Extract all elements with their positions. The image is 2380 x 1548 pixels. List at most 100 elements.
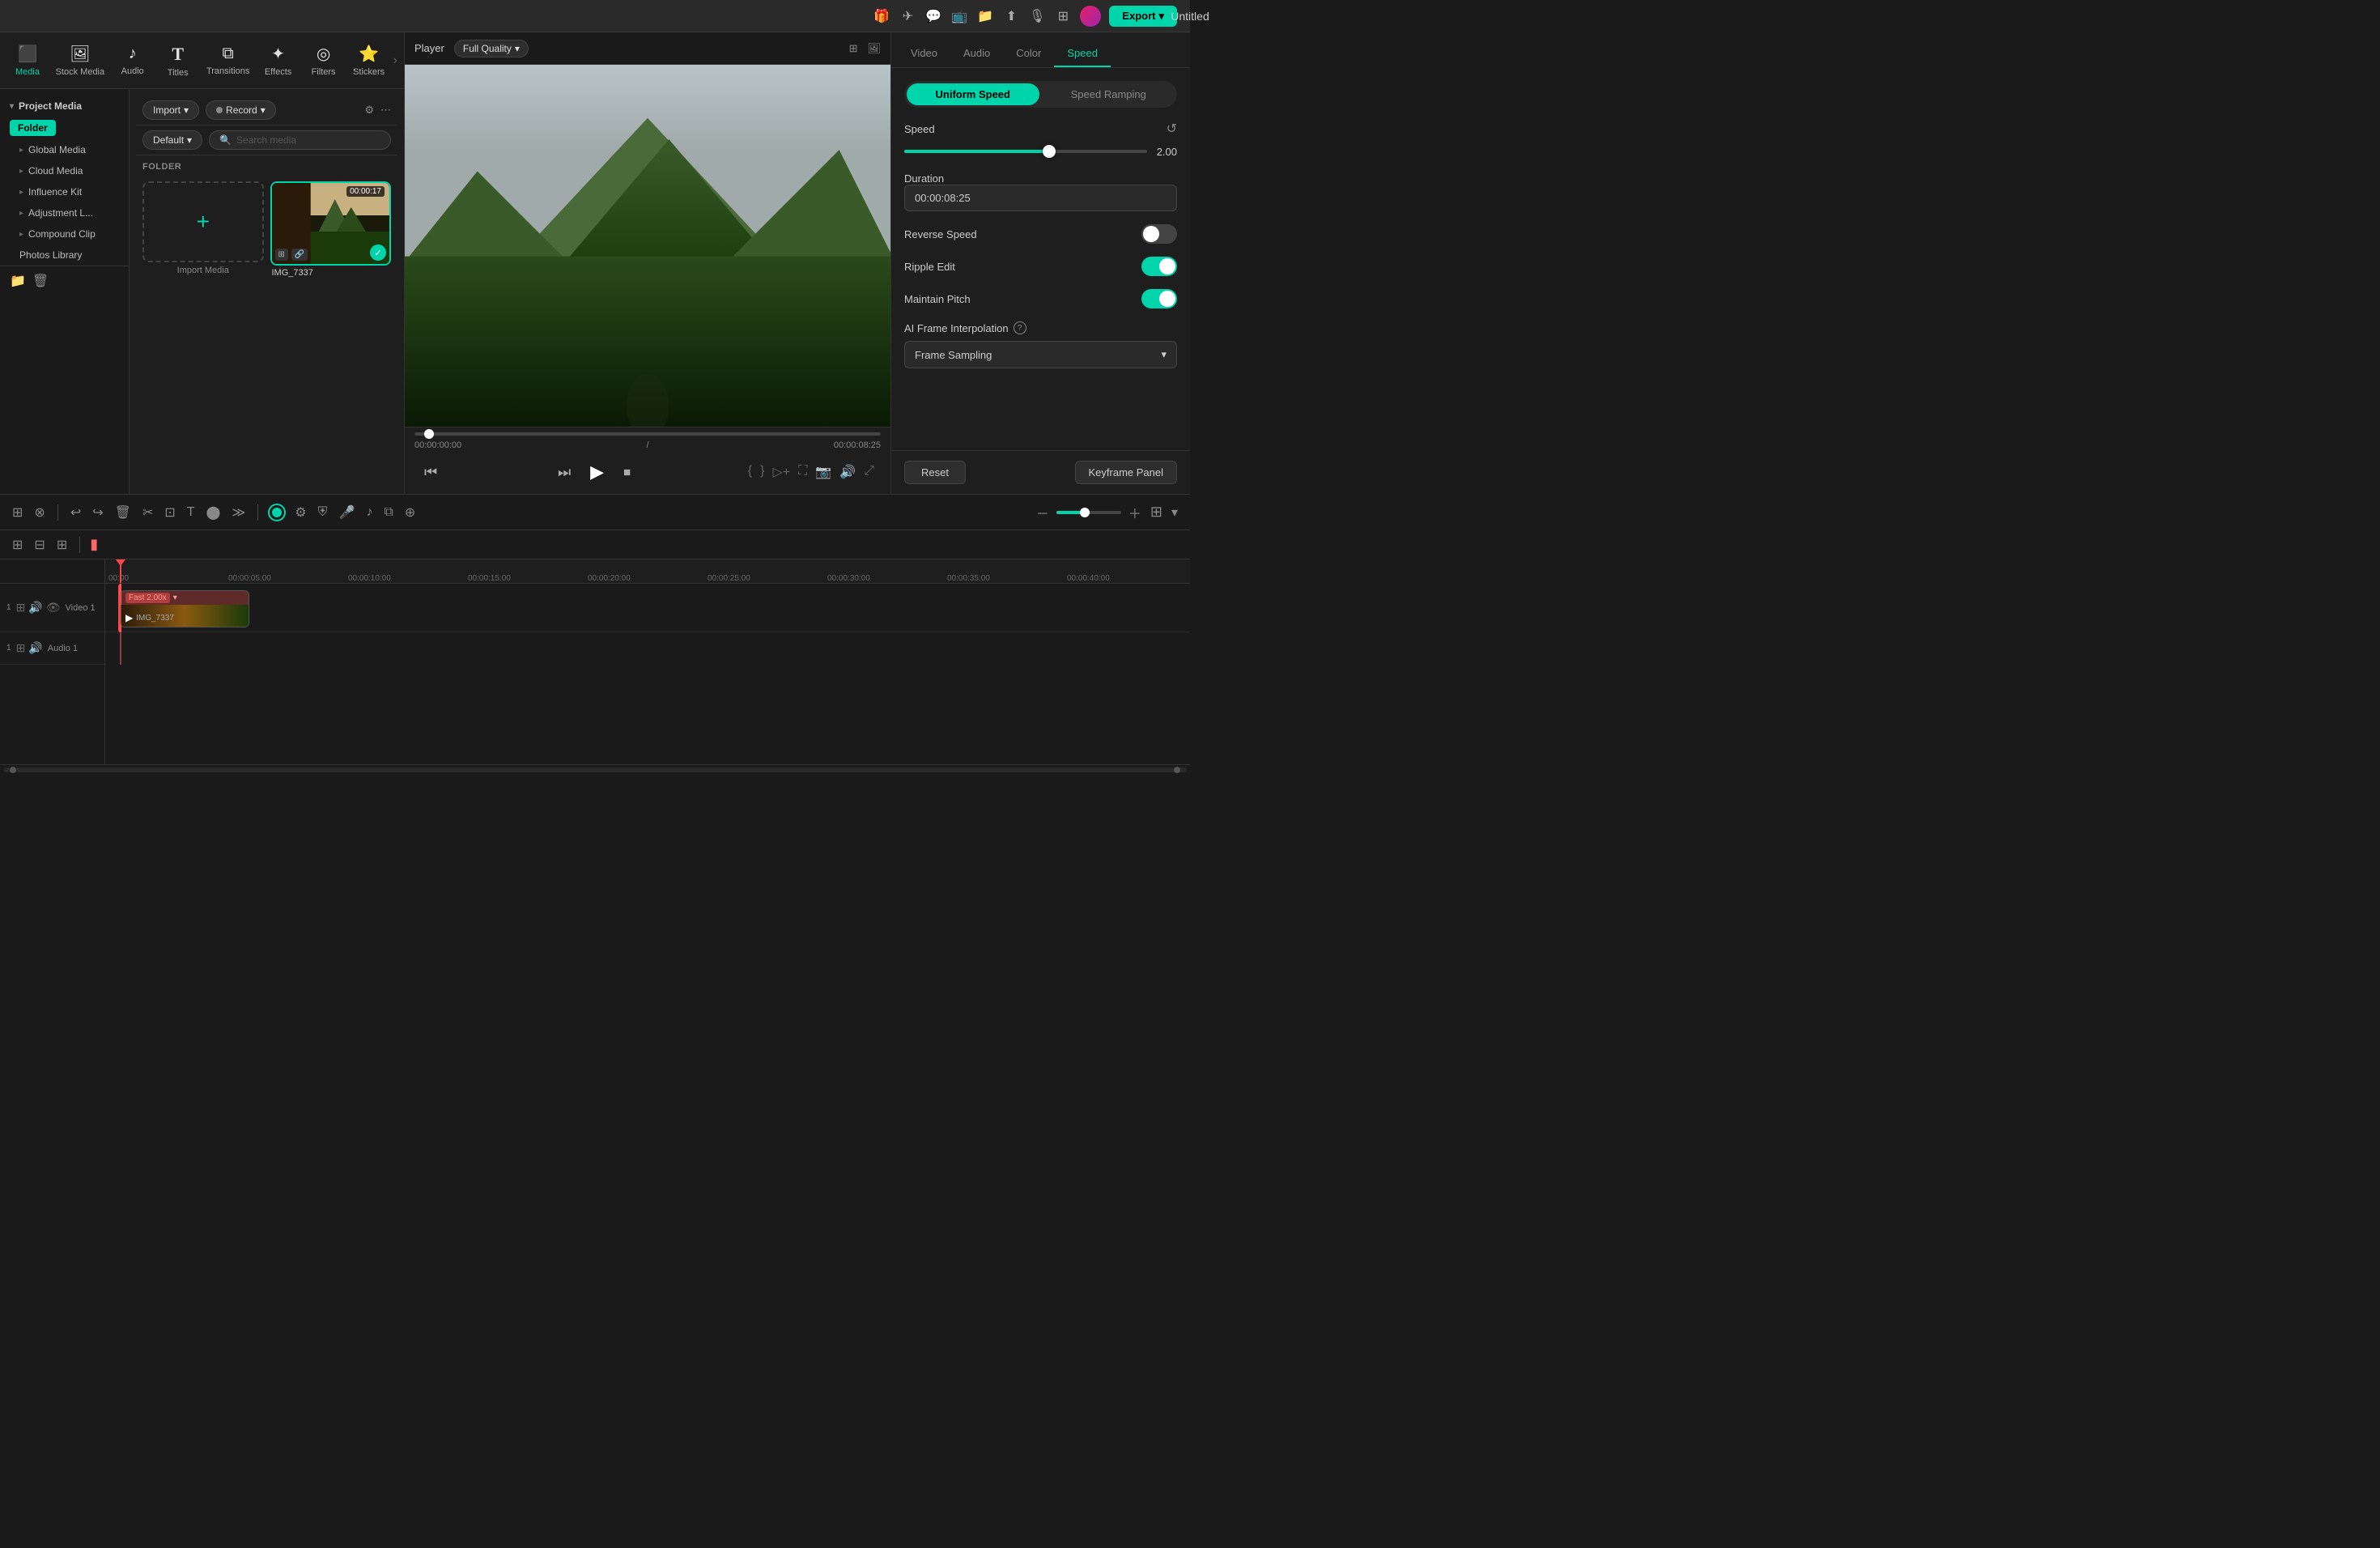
add-layer-icon[interactable]: ⊞	[54, 534, 70, 555]
timeline-playhead[interactable]	[120, 559, 121, 583]
import-button[interactable]: Import ▾	[142, 100, 199, 120]
new-folder-icon[interactable]: 📁	[10, 273, 26, 289]
record-btn[interactable]	[268, 504, 286, 521]
mic-tl-icon[interactable]: 🎤	[337, 502, 358, 523]
fullscreen-icon[interactable]: ⤢	[864, 464, 874, 480]
cut-icon[interactable]: ✂	[140, 502, 155, 523]
record-button[interactable]: Record ▾	[206, 100, 276, 120]
crop-icon[interactable]: ⊡	[162, 502, 177, 523]
timeline-scrubber[interactable]	[414, 432, 881, 436]
zoom-slider[interactable]	[1056, 511, 1121, 514]
sidebar-adjustment[interactable]: ▸ Adjustment L...	[0, 202, 129, 223]
text-icon[interactable]: T	[185, 503, 198, 522]
add-video-icon[interactable]: ⊞	[10, 534, 25, 555]
music-icon[interactable]: ♪	[363, 503, 375, 522]
video-clip[interactable]: Fast 2.00x ▾ ▶ IMG_7337	[120, 590, 249, 627]
frame-sampling-select[interactable]: Frame Sampling ▾	[904, 341, 1177, 368]
speed-reset-icon[interactable]: ↺	[1167, 121, 1177, 137]
add-track-icon[interactable]: ⊞	[10, 502, 25, 523]
scrollbar-track[interactable]	[3, 768, 1187, 772]
audio-mute-icon[interactable]: 🔊	[28, 641, 42, 655]
view-toggle[interactable]: ⊞	[1150, 504, 1162, 521]
toolbar-stock[interactable]: 🖼 Stock Media	[52, 39, 108, 82]
more-options-icon[interactable]: ⋯	[380, 104, 391, 117]
reset-button[interactable]: Reset	[904, 461, 966, 484]
duration-input[interactable]	[904, 185, 1177, 211]
uniform-speed-tab[interactable]: Uniform Speed	[907, 83, 1039, 105]
play-button[interactable]: ▶	[587, 458, 607, 486]
tab-audio[interactable]: Audio	[950, 40, 1003, 67]
user-avatar[interactable]	[1080, 6, 1101, 27]
quality-selector[interactable]: Full Quality ▾	[454, 40, 529, 57]
toolbar-audio[interactable]: ♪ Audio	[112, 40, 154, 81]
video-audio-icon[interactable]: 🔊	[28, 601, 42, 615]
scrollbar-right-thumb[interactable]	[1174, 767, 1180, 773]
chevron-down-icon[interactable]: ▾	[1169, 502, 1180, 523]
ai-icon[interactable]: ⊕	[402, 502, 418, 523]
add-audio-icon[interactable]: ⊟	[32, 534, 47, 555]
sidebar-global-media[interactable]: ▸ Global Media	[0, 139, 129, 160]
media-item[interactable]: 00:00:17 ⊞ 🔗 ✓	[270, 181, 392, 266]
scrollbar-left-thumb[interactable]	[10, 767, 16, 773]
device-icon[interactable]: 📺	[950, 7, 968, 25]
maintain-pitch-toggle[interactable]	[1141, 289, 1177, 308]
tab-speed[interactable]: Speed	[1054, 40, 1111, 67]
undo-icon[interactable]: ↩	[68, 502, 83, 523]
detach-icon[interactable]: ⧉	[381, 503, 395, 522]
sidebar-folder-btn[interactable]: Folder	[10, 120, 56, 136]
toolbar-transitions[interactable]: ⧉ Transitions	[202, 40, 254, 81]
frame-back-button[interactable]: ⏭	[555, 461, 574, 484]
settings-icon[interactable]: ⚙	[292, 502, 308, 523]
photo-icon[interactable]: 🖼	[867, 42, 881, 55]
zoom-in-icon[interactable]: ＋	[1126, 500, 1144, 525]
mark-in-icon[interactable]: {	[748, 464, 752, 480]
insert-icon[interactable]: ▷+	[772, 464, 790, 480]
mark-out-icon[interactable]: }	[760, 464, 764, 480]
toolbar-more-chevron[interactable]: ›	[393, 53, 397, 68]
filter-icon[interactable]: ⚙	[364, 104, 374, 117]
red-marker[interactable]: ▮	[90, 536, 98, 553]
more-tools-icon[interactable]: ≫	[229, 502, 248, 523]
search-box[interactable]: 🔍 Search media	[209, 130, 391, 150]
subtitle-icon[interactable]: 💬	[924, 7, 942, 25]
tab-video[interactable]: Video	[898, 40, 950, 67]
magnetic-icon[interactable]: ⊗	[32, 502, 47, 523]
sidebar-compound-clip[interactable]: ▸ Compound Clip	[0, 223, 129, 245]
default-sort[interactable]: Default ▾	[142, 130, 202, 150]
color-icon[interactable]: ⬤	[204, 502, 223, 523]
audio-add-icon[interactable]: ⊞	[16, 641, 26, 655]
tab-color[interactable]: Color	[1003, 40, 1054, 67]
toolbar-filters[interactable]: ◎ Filters	[303, 39, 345, 82]
sidebar-photos-library[interactable]: Photos Library	[0, 245, 129, 266]
delete-folder-icon[interactable]: 🗑	[32, 273, 49, 289]
timeline-playhead-dot[interactable]	[424, 429, 434, 439]
tools-icon[interactable]: 🎁	[873, 7, 890, 25]
layout-icon[interactable]: ⊞	[1054, 7, 1072, 25]
keyframe-panel-button[interactable]: Keyframe Panel	[1075, 461, 1178, 484]
toolbar-stickers[interactable]: ⭐ Stickers	[348, 39, 390, 82]
video-add-icon[interactable]: ⊞	[16, 601, 26, 615]
delete-icon[interactable]: 🗑	[113, 502, 134, 523]
redo-icon[interactable]: ↪	[90, 502, 105, 523]
toolbar-media[interactable]: ⬛ Media	[6, 39, 49, 82]
skip-back-button[interactable]: ⏮	[421, 461, 440, 484]
stop-button[interactable]: ⏹	[620, 461, 634, 484]
export-button[interactable]: Export ▾	[1109, 6, 1177, 27]
screen-icon[interactable]: ⛶	[798, 464, 807, 480]
sidebar-influence-kit[interactable]: ▸ Influence Kit	[0, 181, 129, 202]
speed-ramping-tab[interactable]: Speed Ramping	[1043, 83, 1175, 105]
upload-icon[interactable]: ⬆	[1002, 7, 1020, 25]
grid-view-icon[interactable]: ⊞	[849, 42, 858, 55]
mic-icon[interactable]: 🎙	[1028, 7, 1046, 25]
volume-icon[interactable]: 🔊	[839, 464, 856, 480]
send-icon[interactable]: ✈	[899, 7, 916, 25]
video-eye-icon[interactable]: 👁	[46, 601, 61, 615]
shield-icon[interactable]: ⛨	[316, 503, 330, 522]
sidebar-cloud-media[interactable]: ▸ Cloud Media	[0, 160, 129, 181]
speed-thumb[interactable]	[1043, 145, 1056, 158]
zoom-out-icon[interactable]: －	[1034, 500, 1052, 525]
snapshot-icon[interactable]: 📷	[815, 464, 831, 480]
reverse-speed-toggle[interactable]	[1141, 224, 1177, 244]
info-icon[interactable]: ?	[1014, 321, 1026, 334]
folder-icon[interactable]: 📁	[976, 7, 994, 25]
